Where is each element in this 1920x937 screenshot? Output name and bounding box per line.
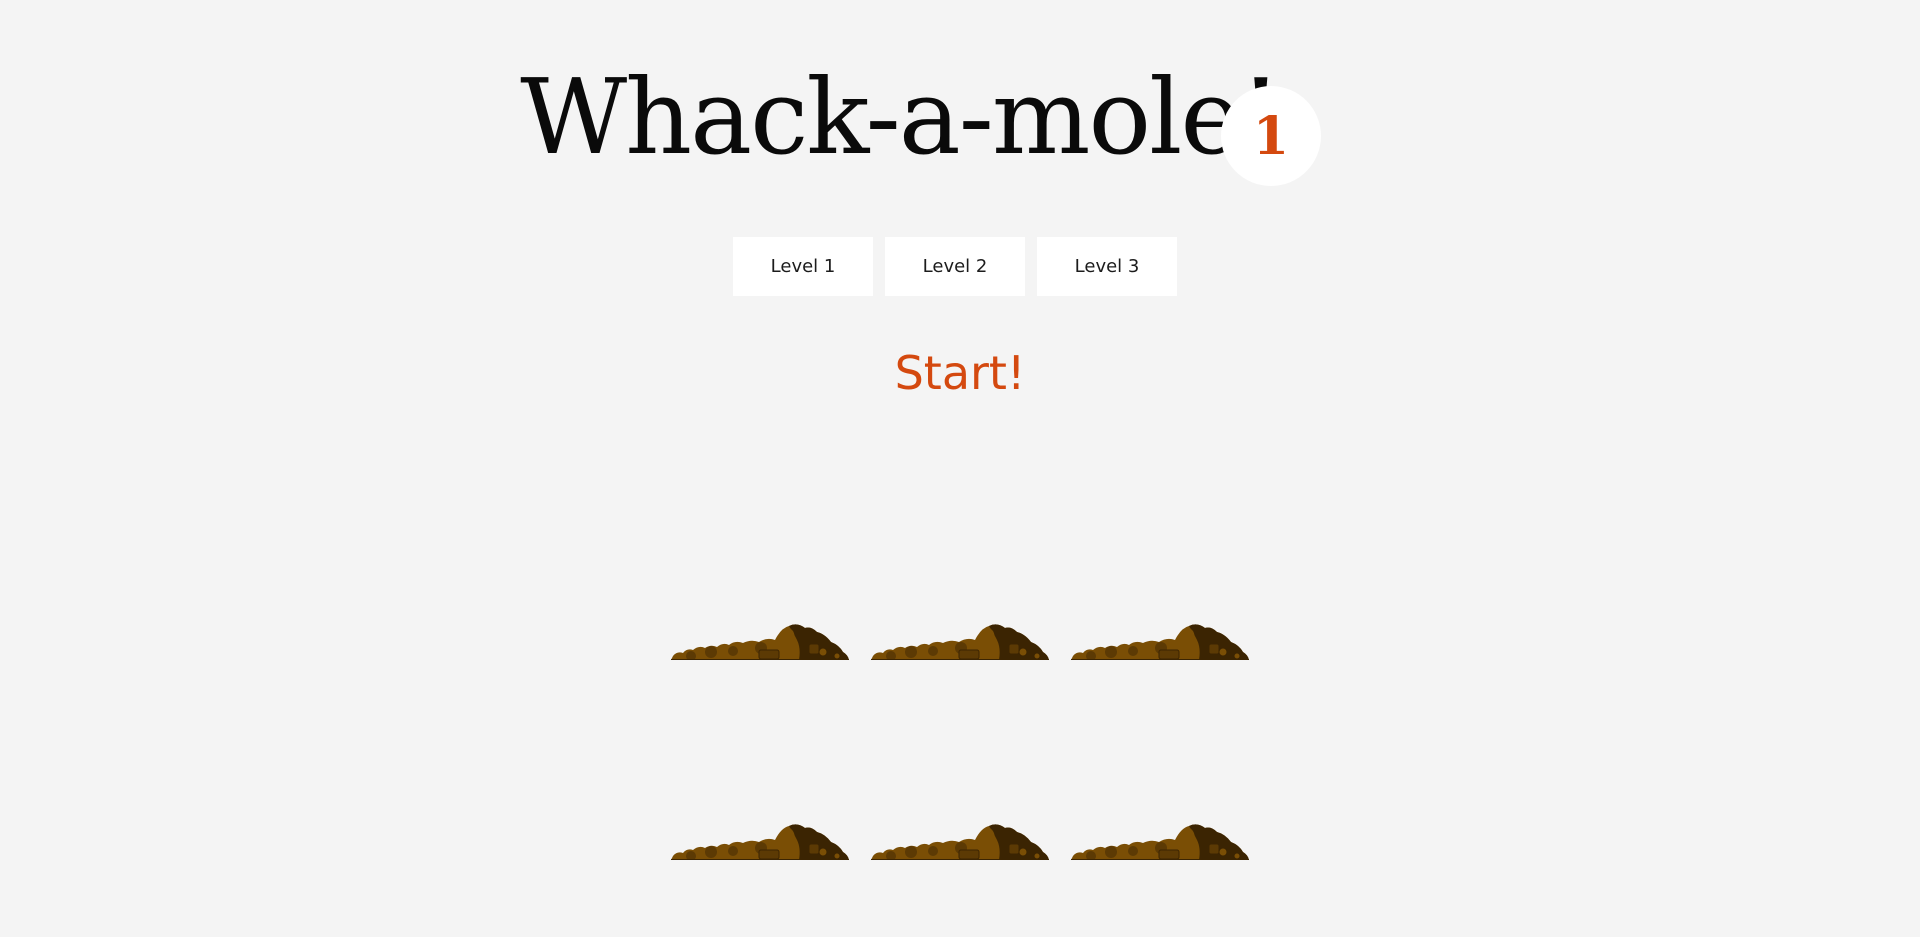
mole-hole[interactable] [871,760,1049,860]
mole-hole[interactable] [1071,560,1249,660]
level-selector: Level 1 Level 2 Level 3 [733,237,1177,296]
level-3-button[interactable]: Level 3 [1037,237,1177,296]
mole-hole[interactable] [671,760,849,860]
score-badge: 1 [1221,86,1321,186]
mole-hole[interactable] [1071,760,1249,860]
start-button[interactable]: Start! [860,345,1060,401]
game-board [671,560,1249,860]
level-2-button[interactable]: Level 2 [885,237,1025,296]
level-1-button[interactable]: Level 1 [733,237,873,296]
mole-hole[interactable] [671,560,849,660]
mole-hole[interactable] [871,560,1049,660]
game-title: Whack-a-mole! [520,56,1281,178]
